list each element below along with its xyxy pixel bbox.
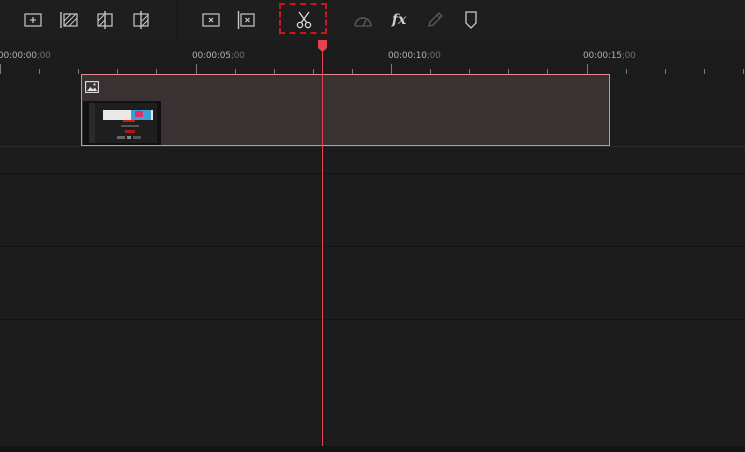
add-track-icon — [24, 13, 42, 27]
fx-icon: fx — [391, 12, 407, 28]
timeline-toolbar: fx — [0, 0, 745, 40]
time-label-10: 00:00:10;00 — [388, 51, 441, 61]
track-divider — [0, 173, 745, 174]
ruler-tick — [665, 69, 666, 74]
time-label-0: 00:00:00;00 — [0, 51, 51, 61]
ruler-tick — [704, 69, 705, 74]
track-divider — [0, 319, 745, 320]
image-icon — [85, 81, 99, 93]
add-track-button[interactable] — [22, 9, 44, 31]
ripple-delete-button[interactable] — [235, 9, 257, 31]
split-right-icon — [133, 11, 149, 29]
delete-icon — [202, 13, 220, 27]
edit-button[interactable] — [424, 9, 446, 31]
clip-thumbnail — [83, 101, 161, 145]
effects-button[interactable]: fx — [388, 9, 410, 31]
ripple-delete-icon — [237, 11, 255, 29]
scissors-icon — [296, 11, 312, 29]
time-label-5: 00:00:05;00 — [192, 51, 245, 61]
split-right-button[interactable] — [130, 9, 152, 31]
split-button[interactable] — [293, 9, 315, 31]
ruler-tick — [626, 69, 627, 74]
timeline-scrollbar[interactable] — [0, 446, 745, 452]
ruler-tick — [391, 64, 392, 74]
playhead-handle[interactable] — [318, 40, 327, 52]
crop-icon — [60, 12, 78, 28]
track-divider — [0, 246, 745, 247]
split-left-button[interactable] — [94, 9, 116, 31]
pencil-icon — [428, 12, 443, 27]
speed-button[interactable] — [352, 9, 374, 31]
time-label-15: 00:00:15;00 — [583, 51, 636, 61]
ruler-tick — [743, 69, 744, 74]
image-clip[interactable] — [81, 74, 610, 146]
ruler-tick — [587, 64, 588, 74]
ruler-tick — [196, 64, 197, 74]
ruler-tick — [39, 69, 40, 74]
delete-button[interactable] — [200, 9, 222, 31]
split-left-icon — [97, 11, 113, 29]
toolbar-divider — [177, 0, 178, 40]
playhead-line[interactable] — [322, 48, 323, 446]
track-divider — [0, 146, 745, 147]
toolbar-spacer — [340, 0, 341, 40]
marker-button[interactable] — [460, 9, 482, 31]
speed-icon — [354, 17, 372, 27]
crop-button[interactable] — [58, 9, 80, 31]
ruler-tick — [78, 69, 79, 74]
timeline-editor: fx 00:00:00;00 00:00:05;00 00:00:10;00 0… — [0, 0, 745, 452]
marker-icon — [465, 11, 477, 29]
ruler-tick — [0, 64, 1, 74]
timeline-ruler[interactable]: 00:00:00;00 00:00:05;00 00:00:10;00 00:0… — [0, 40, 745, 74]
